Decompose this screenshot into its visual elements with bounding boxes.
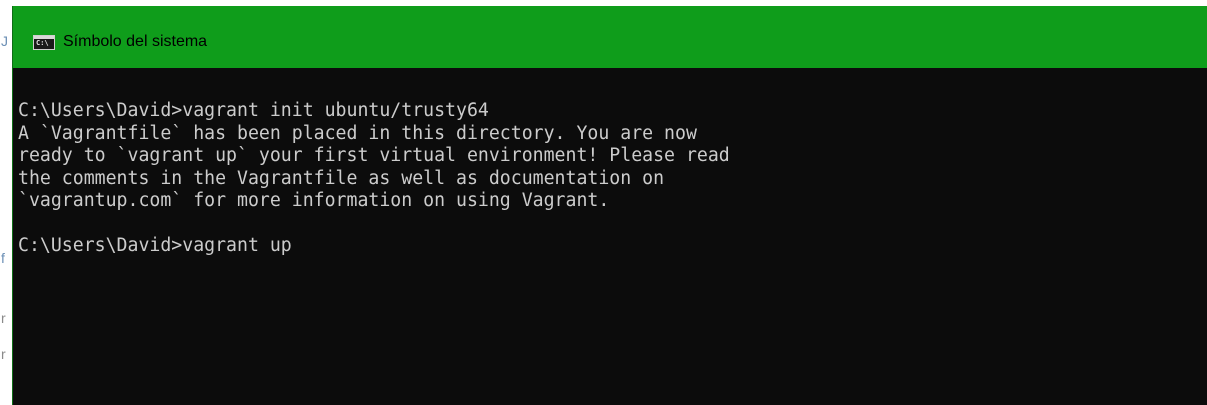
- command-prompt-window[interactable]: C:\ Símbolo del sistema C:\Users\David>v…: [12, 6, 1207, 405]
- background-window-edge: J f r r: [0, 0, 12, 405]
- command-prompt-icon[interactable]: C:\: [33, 35, 55, 50]
- background-text-fragment: f: [1, 250, 5, 266]
- background-text-fragment: J: [1, 33, 8, 49]
- console-line: ready to `vagrant up` your first virtual…: [18, 145, 730, 166]
- background-text-fragment: r: [1, 346, 6, 362]
- background-text-fragment: r: [1, 310, 6, 326]
- console-line: C:\Users\David>vagrant init ubuntu/trust…: [18, 100, 489, 121]
- console-line: the comments in the Vagrantfile as well …: [18, 167, 665, 189]
- window-title: Símbolo del sistema: [63, 33, 208, 50]
- console-line: A `Vagrantfile` has been placed in this …: [18, 122, 697, 144]
- console-prompt-line: C:\Users\David>vagrant up: [18, 235, 292, 256]
- console-output-area[interactable]: C:\Users\David>vagrant init ubuntu/trust…: [13, 68, 1207, 405]
- console-line: `vagrantup.com` for more information on …: [18, 190, 610, 211]
- title-bar[interactable]: C:\ Símbolo del sistema: [13, 6, 1207, 68]
- icon-glyph: C:\: [36, 39, 49, 47]
- console-text: C:\Users\David>vagrant init ubuntu/trust…: [18, 100, 730, 258]
